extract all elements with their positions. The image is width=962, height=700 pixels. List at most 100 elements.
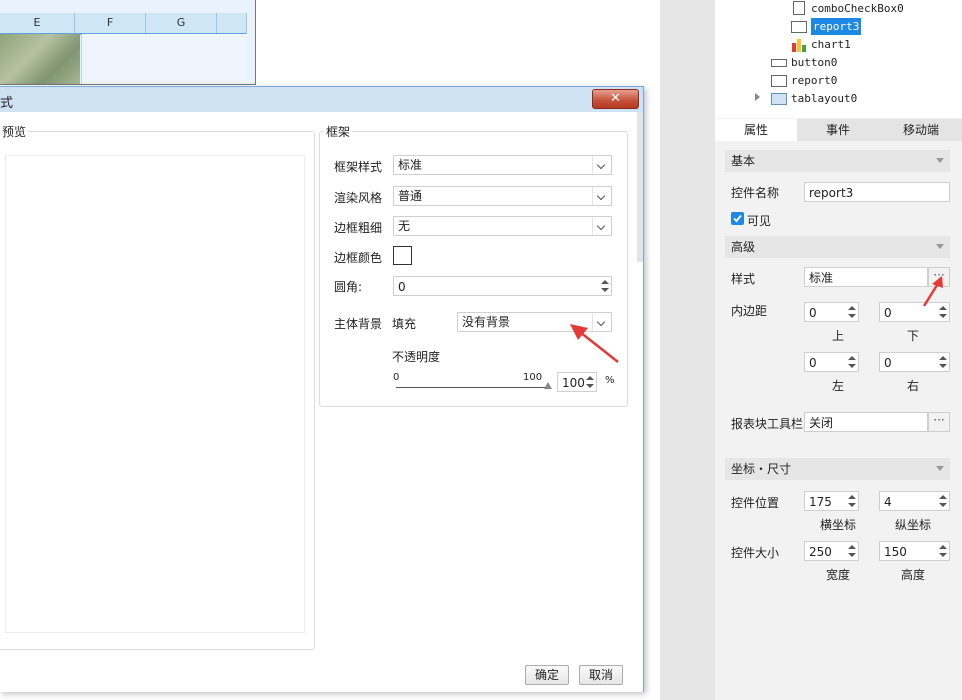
tree-item-label: report3 — [811, 18, 862, 35]
tree-item-label: tablayout0 — [791, 92, 858, 105]
border-width-value: 无 — [398, 219, 411, 233]
collapse-chevron-icon — [936, 466, 944, 471]
frame-style-select[interactable]: 标准 — [393, 155, 612, 175]
section-advanced[interactable]: 高级 — [725, 236, 950, 258]
close-button[interactable]: ✕ — [592, 89, 639, 109]
chevron-down-icon — [592, 217, 611, 235]
spinner-icon[interactable] — [846, 541, 858, 561]
spinner-icon[interactable] — [937, 541, 949, 561]
report-icon — [791, 21, 807, 33]
dialog-title-bar[interactable]: 式 ✕ — [0, 87, 643, 112]
width-value: 250 — [809, 545, 832, 559]
report-sheet-preview: E F G — [0, 0, 256, 85]
fill-label: 填充 — [392, 317, 417, 331]
expand-arrow-icon[interactable] — [755, 93, 760, 101]
render-style-select[interactable]: 普通 — [393, 186, 612, 206]
spinner-icon[interactable] — [937, 352, 949, 372]
style-label: 样式 — [731, 272, 756, 286]
spinner-icon[interactable] — [846, 352, 858, 372]
spinner-icon[interactable] — [599, 276, 611, 296]
name-input[interactable]: report3 — [804, 182, 950, 202]
y-caption: 纵坐标 — [894, 518, 931, 532]
tree-item-label: button0 — [791, 56, 838, 69]
report-icon — [771, 75, 787, 87]
opacity-label: 不透明度 — [392, 350, 441, 364]
spinner-icon[interactable] — [846, 302, 858, 322]
tablayout-icon — [771, 93, 787, 105]
dialog-body: 预览 框架 框架样式 标准 渲染风格 普通 边框粗细 无 边框颜色 圆角: 0 … — [0, 112, 643, 692]
visible-label: 可见 — [747, 214, 772, 228]
border-width-select[interactable]: 无 — [393, 216, 612, 236]
style-input[interactable]: 标准 — [804, 267, 928, 287]
width-stepper[interactable]: 250 — [804, 541, 859, 561]
sheet-cells — [81, 34, 247, 84]
tree-item-label: chart1 — [811, 38, 851, 51]
chevron-down-icon — [592, 187, 611, 205]
position-x-stepper[interactable]: 175 — [804, 491, 859, 511]
percent-label: % — [605, 375, 615, 386]
height-value: 150 — [884, 545, 907, 559]
opacity-stepper[interactable]: 100 — [557, 372, 597, 392]
preview-area — [5, 155, 305, 633]
chevron-down-icon — [592, 156, 611, 174]
x-caption: 横坐标 — [819, 518, 856, 532]
opacity-slider-track[interactable] — [396, 387, 548, 388]
tab-properties[interactable]: 属性 — [715, 119, 797, 141]
frame-style-value: 标准 — [398, 158, 423, 172]
spinner-icon[interactable] — [846, 491, 858, 511]
radius-value: 0 — [398, 280, 406, 294]
chart-icon — [792, 39, 806, 52]
column-header-g[interactable]: G — [146, 13, 217, 34]
frame-style-label: 框架样式 — [334, 160, 383, 174]
fill-value: 没有背景 — [462, 315, 511, 329]
dialog-title: 式 — [0, 96, 14, 111]
section-coord-size[interactable]: 坐标・尺寸 — [725, 458, 950, 480]
name-label: 控件名称 — [731, 186, 780, 200]
padding-left-stepper[interactable]: 0 — [804, 352, 859, 372]
padding-right-stepper[interactable]: 0 — [879, 352, 950, 372]
frame-style-dialog: 式 ✕ 预览 框架 框架样式 标准 渲染风格 普通 边框粗细 无 边框颜色 圆角… — [0, 86, 644, 692]
spinner-icon[interactable] — [584, 372, 596, 392]
left-caption: 左 — [831, 379, 844, 393]
cancel-button[interactable]: 取消 — [579, 665, 623, 685]
opacity-slider-thumb[interactable] — [544, 382, 552, 389]
toolbar-more-button[interactable]: ··· — [928, 412, 950, 432]
height-stepper[interactable]: 150 — [879, 541, 950, 561]
padding-top-stepper[interactable]: 0 — [804, 302, 859, 322]
right-panel-gutter — [660, 0, 715, 700]
spinner-icon[interactable] — [937, 491, 949, 511]
tab-mobile[interactable]: 移动端 — [880, 119, 962, 141]
tab-events[interactable]: 事件 — [797, 119, 879, 141]
border-color-swatch[interactable] — [393, 246, 412, 265]
close-icon: ✕ — [610, 91, 621, 106]
toolbar-input[interactable]: 关闭 — [804, 412, 928, 432]
column-header-f[interactable]: F — [75, 13, 146, 34]
size-label: 控件大小 — [731, 546, 780, 560]
frame-title: 框架 — [324, 123, 353, 140]
padding-bottom-value: 0 — [884, 306, 892, 320]
collapse-chevron-icon — [936, 158, 944, 163]
padding-right-value: 0 — [884, 356, 892, 370]
position-y-value: 4 — [884, 495, 892, 509]
ok-button[interactable]: 确定 — [525, 665, 569, 685]
height-caption: 高度 — [900, 568, 925, 582]
visible-checkbox[interactable] — [731, 212, 744, 225]
padding-label: 内边距 — [731, 304, 768, 318]
radius-stepper[interactable]: 0 — [393, 276, 612, 296]
position-x-value: 175 — [809, 495, 832, 509]
widget-tree: comboCheckBox0 report3 chart1 button0 re… — [715, 0, 962, 118]
collapse-chevron-icon — [936, 244, 944, 249]
section-title: 高级 — [731, 240, 756, 254]
position-label: 控件位置 — [731, 496, 780, 510]
border-color-label: 边框颜色 — [334, 251, 383, 265]
annotation-arrow — [922, 276, 943, 307]
preview-title: 预览 — [0, 123, 29, 140]
column-header-e[interactable]: E — [0, 13, 75, 34]
position-y-stepper[interactable]: 4 — [879, 491, 950, 511]
annotation-arrow — [570, 324, 619, 363]
background-label: 主体背景 — [334, 317, 383, 331]
section-title: 坐标・尺寸 — [731, 462, 792, 476]
dialog-scrollbar[interactable] — [637, 112, 643, 262]
section-basic[interactable]: 基本 — [725, 150, 950, 172]
property-tabs: 属性 事件 移动端 — [715, 119, 962, 141]
